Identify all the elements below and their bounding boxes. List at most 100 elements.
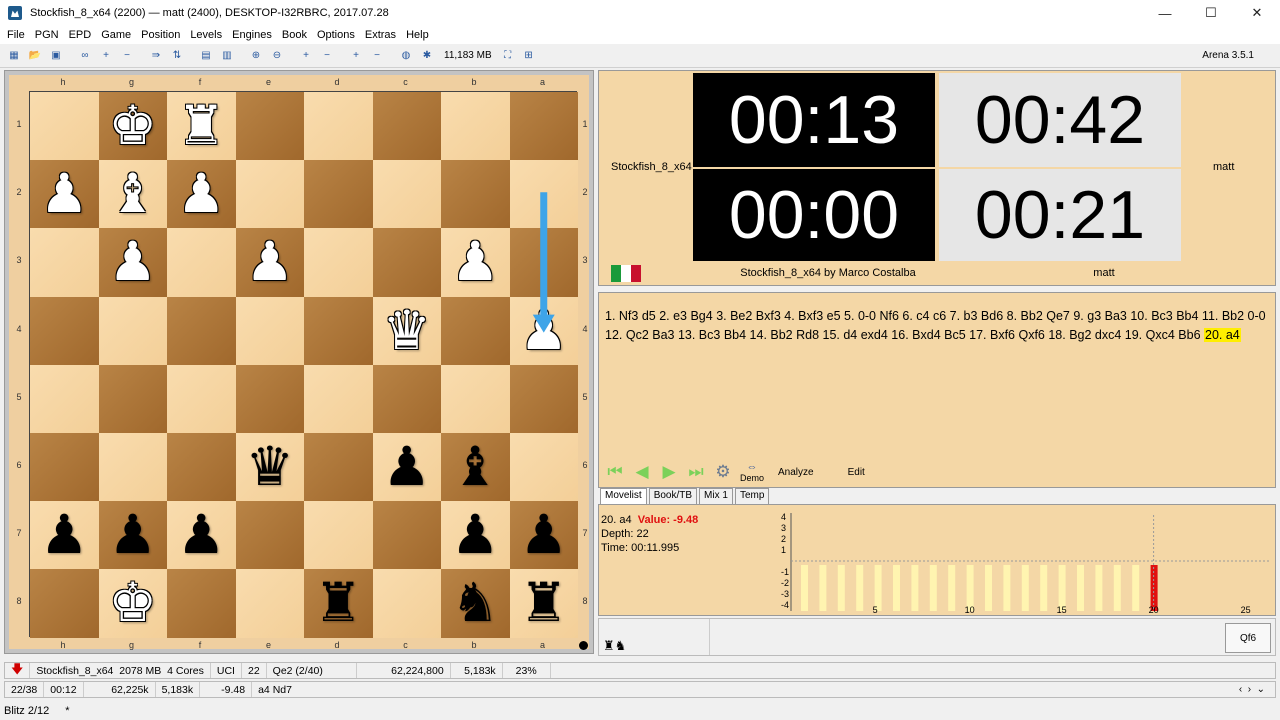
square-a5[interactable] xyxy=(509,364,578,433)
square-f8[interactable] xyxy=(167,569,236,638)
close-button[interactable]: ✕ xyxy=(1234,0,1280,26)
menu-levels[interactable]: Levels xyxy=(185,29,227,41)
menu-pgn[interactable]: PGN xyxy=(30,29,64,41)
open-folder-icon[interactable]: 📂 xyxy=(25,47,45,65)
white-piece-f1[interactable]: ♜ xyxy=(167,92,236,160)
white-piece-h2[interactable]: ♟ xyxy=(30,160,99,228)
black-piece-a8[interactable]: ♜ xyxy=(510,569,579,637)
square-g4[interactable] xyxy=(98,296,167,365)
white-piece-g8[interactable]: ♚ xyxy=(99,569,168,637)
fullscreen-icon[interactable]: ⛶ xyxy=(498,47,518,65)
flip-icon[interactable]: ⇅ xyxy=(167,47,187,65)
epd-minus-icon[interactable]: − xyxy=(367,47,387,65)
square-f6[interactable] xyxy=(167,433,236,502)
black-piece-g7[interactable]: ♟ xyxy=(99,501,168,569)
square-e1[interactable] xyxy=(235,92,304,161)
black-piece-b6[interactable]: ♝ xyxy=(441,433,510,501)
new-board-icon[interactable]: ▦ xyxy=(4,47,24,65)
black-piece-b8[interactable]: ♞ xyxy=(441,569,510,637)
infinite-icon[interactable]: ∞ xyxy=(75,47,95,65)
last-move-icon[interactable]: ⏭ xyxy=(684,461,708,483)
black-piece-a7[interactable]: ♟ xyxy=(510,501,579,569)
square-f5[interactable] xyxy=(167,364,236,433)
settings-gear-icon[interactable]: ⚙ xyxy=(711,461,735,483)
chess-board[interactable]: ♚ ♜ ♟ ♝ ♟ ♟ ♟ ♟ ♛ ♟ ♛ ♟ ♝ ♟ ♟ ♟ ♟ ♟ ♚ ♜ ♞ ♜ xyxy=(29,91,579,638)
square-e8[interactable] xyxy=(235,569,304,638)
square-h3[interactable] xyxy=(30,228,99,297)
black-piece-e6[interactable]: ♛ xyxy=(236,433,305,501)
square-d1[interactable] xyxy=(304,92,373,161)
menu-help[interactable]: Help xyxy=(401,29,434,41)
menu-epd[interactable]: EPD xyxy=(64,29,97,41)
white-piece-b3[interactable]: ♟ xyxy=(441,228,510,296)
square-h4[interactable] xyxy=(30,296,99,365)
first-move-icon[interactable]: ⏮ xyxy=(603,461,627,483)
black-piece-c6[interactable]: ♟ xyxy=(373,433,442,501)
pv-scroll-arrows[interactable]: ‹ › ⌄ xyxy=(1239,684,1265,695)
level-up-icon[interactable]: + xyxy=(96,47,116,65)
fen-icon[interactable]: ▥ xyxy=(217,47,237,65)
next-move-icon[interactable]: ▶ xyxy=(657,461,681,483)
white-piece-e3[interactable]: ♟ xyxy=(236,228,305,296)
menu-file[interactable]: File xyxy=(2,29,30,41)
menu-position[interactable]: Position xyxy=(136,29,185,41)
square-a3[interactable] xyxy=(509,228,578,297)
level-down-icon[interactable]: − xyxy=(117,47,137,65)
tab-temp[interactable]: Temp xyxy=(734,488,770,504)
square-b2[interactable] xyxy=(441,160,510,229)
black-piece-f7[interactable]: ♟ xyxy=(167,501,236,569)
square-b4[interactable] xyxy=(441,296,510,365)
square-g5[interactable] xyxy=(98,364,167,433)
white-piece-a4[interactable]: ♟ xyxy=(510,297,579,365)
square-f3[interactable] xyxy=(167,228,236,297)
square-h5[interactable] xyxy=(30,364,99,433)
save-disk-icon[interactable]: ▣ xyxy=(46,47,66,65)
demo-button[interactable]: ⇔ Demo xyxy=(740,461,764,483)
square-d2[interactable] xyxy=(304,160,373,229)
square-h8[interactable] xyxy=(30,569,99,638)
square-h6[interactable] xyxy=(30,433,99,502)
square-d3[interactable] xyxy=(304,228,373,297)
pgn-plus-icon[interactable]: + xyxy=(296,47,316,65)
square-h1[interactable] xyxy=(30,92,99,161)
square-b1[interactable] xyxy=(441,92,510,161)
menu-extras[interactable]: Extras xyxy=(360,29,401,41)
square-b5[interactable] xyxy=(441,364,510,433)
layout-icon[interactable]: ⊞ xyxy=(519,47,539,65)
black-piece-d8[interactable]: ♜ xyxy=(304,569,373,637)
square-c8[interactable] xyxy=(372,569,441,638)
square-c7[interactable] xyxy=(372,501,441,570)
square-g6[interactable] xyxy=(98,433,167,502)
square-d6[interactable] xyxy=(304,433,373,502)
menu-game[interactable]: Game xyxy=(96,29,136,41)
epd-plus-icon[interactable]: + xyxy=(346,47,366,65)
white-piece-g3[interactable]: ♟ xyxy=(99,228,168,296)
prev-move-icon[interactable]: ◀ xyxy=(630,461,654,483)
black-piece-b7[interactable]: ♟ xyxy=(441,501,510,569)
white-piece-g1[interactable]: ♚ xyxy=(99,92,168,160)
edit-button[interactable]: Edit xyxy=(848,467,865,478)
square-d5[interactable] xyxy=(304,364,373,433)
square-a1[interactable] xyxy=(509,92,578,161)
analyze-button[interactable]: Analyze xyxy=(778,467,814,478)
square-e4[interactable] xyxy=(235,296,304,365)
square-c1[interactable] xyxy=(372,92,441,161)
square-c5[interactable] xyxy=(372,364,441,433)
engine-red-arrow-icon[interactable]: 🡇 xyxy=(5,662,31,678)
tournament-icon[interactable]: ✱ xyxy=(417,47,437,65)
tab-book-tb[interactable]: Book/TB xyxy=(648,488,698,504)
pgn-minus-icon[interactable]: − xyxy=(317,47,337,65)
menu-engines[interactable]: Engines xyxy=(227,29,277,41)
paste-icon[interactable]: ▤ xyxy=(196,47,216,65)
movelist[interactable]: 1. Nf3 d5 2. e3 Bg4 3. Be2 Bxf3 4. Bxf3 … xyxy=(605,307,1269,345)
tab-movelist[interactable]: Movelist xyxy=(600,488,647,504)
engine-move-icon[interactable]: ⇛ xyxy=(146,47,166,65)
white-piece-c4[interactable]: ♛ xyxy=(373,297,442,365)
black-piece-h7[interactable]: ♟ xyxy=(30,501,99,569)
square-d7[interactable] xyxy=(304,501,373,570)
current-move-highlight[interactable]: 20. a4 xyxy=(1204,328,1241,342)
tab-mix1[interactable]: Mix 1 xyxy=(699,488,733,504)
globe-icon[interactable]: ◍ xyxy=(396,47,416,65)
minimize-button[interactable]: — xyxy=(1142,0,1188,26)
square-c2[interactable] xyxy=(372,160,441,229)
